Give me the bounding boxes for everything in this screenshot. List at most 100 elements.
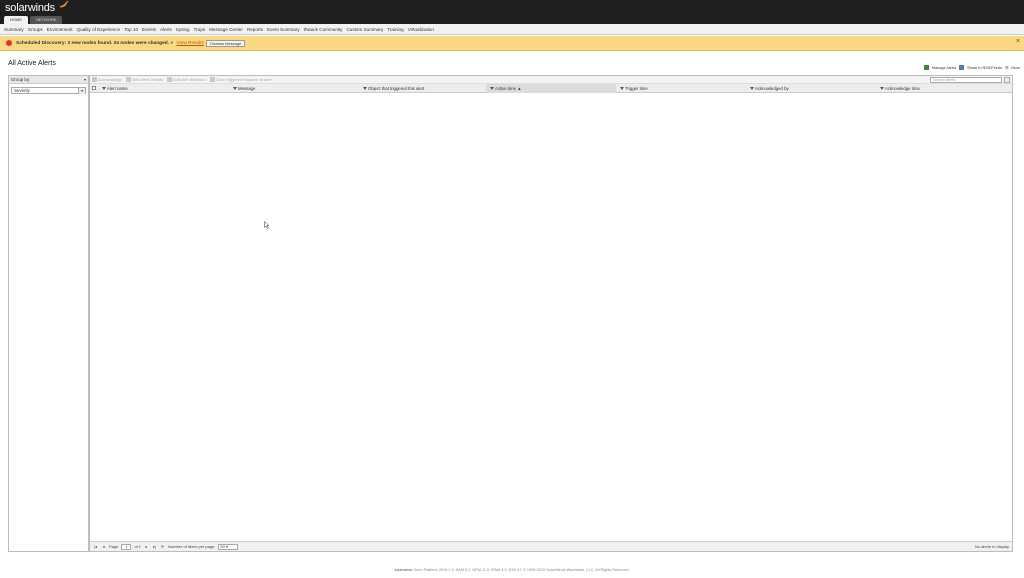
page-number-input[interactable]: 1 [121,543,132,550]
banner-text: Scheduled Discovery: 3 new nodes found. … [16,40,174,46]
column-label: Acknowledged by [755,86,789,91]
page-footer: solarwinds Orion Platform 2015.1.0, SAM … [0,568,1024,572]
column-header-alert-name[interactable]: Alert name [98,84,228,93]
tab-home[interactable]: HOME [4,16,28,24]
filter-icon[interactable] [490,87,494,91]
refresh-icon[interactable]: ⟳ [160,544,165,549]
nav-item-syslog[interactable]: Syslog [176,27,190,32]
manage-alerts-icon [923,65,929,70]
column-header-active-time[interactable]: Active time ▲ [486,84,616,93]
edit-alert-definition-button[interactable]: Edit alert definition [166,76,206,83]
last-page-icon[interactable]: ▸| [152,544,157,549]
notification-banner: Scheduled Discovery: 3 new nodes found. … [0,36,1024,51]
filter-icon[interactable] [233,87,237,91]
filter-icon[interactable] [750,87,754,91]
column-header-trigger-time[interactable]: Trigger time [616,84,746,93]
app-logo[interactable]: solarwinds [5,2,55,14]
dismiss-message-button[interactable]: Dismiss Message [206,39,246,47]
group-by-label: Group by: [11,77,31,82]
tab-network[interactable]: NETWORK [30,16,63,24]
nav-item-quality-of-experience[interactable]: Quality of Experience [77,27,121,32]
items-per-page-value: 50 [220,543,225,549]
clear-triggered-instance-button[interactable]: Clear triggered instance of alert [209,76,272,83]
alerts-grid: Acknowledge View Alert Details Edit aler… [89,75,1013,552]
nav-item-virtualization[interactable]: Virtualization [408,27,434,32]
filter-icon[interactable] [620,87,624,91]
grid-toolbar: Acknowledge View Alert Details Edit aler… [90,76,1012,84]
pagination-bar: |◂ ◂ Page 1 of 1 ▸ ▸| ⟳ Number of items … [90,541,1012,551]
acknowledge-button[interactable]: Acknowledge [92,76,122,83]
prev-page-icon[interactable]: ◂ [101,544,106,549]
rss-export-icon [959,65,965,70]
view-results-link[interactable]: View Results [176,41,204,46]
pager-status: No alerts to display [974,544,1009,549]
banner-message: Scheduled Discovery: 3 new nodes found. … [16,41,204,46]
chevron-down-icon[interactable]: ▾ [78,88,85,94]
nav-item-environment[interactable]: Environment [47,27,73,32]
column-label: Trigger time [625,86,648,91]
menu-icon[interactable]: ☰ [1005,65,1008,70]
view-alert-details-button[interactable]: View Alert Details [125,76,163,83]
nav-item-custom-summary[interactable]: Custom Summary [346,27,383,32]
details-icon [125,77,131,83]
nav-item-traps[interactable]: Traps [194,27,206,32]
nav-item-reports[interactable]: Reports [247,27,263,32]
next-page-icon[interactable]: ▸ [144,544,149,549]
clear-icon [209,77,215,83]
view-alert-details-label: View Alert Details [131,76,163,82]
items-per-page-label: Number of items per page: [168,544,216,549]
search-input[interactable]: Search alerts [930,77,1002,83]
items-per-page-select[interactable]: 50 ▾ [218,543,239,550]
grid-header: Alert name Message Object that triggered… [90,84,1012,93]
first-page-icon[interactable]: |◂ [93,544,98,549]
close-icon[interactable]: × [1016,38,1020,45]
group-by-header[interactable]: Group by: ▾ [9,76,88,84]
column-label: Message [238,86,256,91]
column-label: Active time ▲ [495,86,522,91]
nav-item-events[interactable]: Events [142,27,156,32]
column-label: Object that triggered this alert [368,86,425,91]
mouse-cursor-icon [264,221,270,229]
nav-item-groups[interactable]: Groups [28,27,43,32]
acknowledge-label: Acknowledge [98,76,122,82]
top-tabs: HOME NETWORK [4,16,63,24]
nav-item-message-center[interactable]: Message Center [209,27,243,32]
edit-alert-definition-label: Edit alert definition [172,76,206,82]
page-label: Page [109,544,119,549]
column-header-acknowledged-by[interactable]: Acknowledged by [746,84,876,93]
column-label: Alert name [107,86,128,91]
footer-copyright: Orion Platform 2015.1.0, SAM 6.2, NPM 11… [413,568,630,572]
page-actions: Manage Alerts Share to RSS/Feeds ☰ More [923,65,1020,70]
edit-icon [166,77,172,83]
group-by-select[interactable]: Severity ▾ [11,87,86,94]
group-by-panel: Group by: ▾ Severity ▾ [8,75,89,552]
filter-icon[interactable] [880,87,884,91]
alert-icon [6,40,12,46]
column-label: Acknowledge time [885,86,920,91]
filter-icon[interactable] [102,87,106,91]
nav-item-event-summary[interactable]: Event Summary [267,27,300,32]
share-rss-link[interactable]: Share to RSS/Feeds [967,66,1002,70]
nav-item-summary[interactable]: Summary [4,27,24,32]
page-count-label: of 1 [134,544,142,549]
column-header-object[interactable]: Object that triggered this alert [359,84,489,93]
manage-alerts-link[interactable]: Manage Alerts [932,66,956,70]
clear-triggered-instance-label: Clear triggered instance of alert [215,76,272,82]
more-link[interactable]: More [1011,66,1020,70]
group-by-value: Severity [14,88,30,93]
column-header-acknowledge-time[interactable]: Acknowledge time [876,84,1012,93]
footer-brand: solarwinds [394,568,413,572]
solarwinds-flame-icon [59,0,69,8]
select-all-checkbox[interactable] [92,86,96,90]
main-nav: Summary Groups Environment Quality of Ex… [0,24,1024,35]
acknowledge-icon [92,77,97,83]
nav-item-alerts[interactable]: Alerts [160,27,172,32]
column-header-message[interactable]: Message [229,84,359,93]
nav-item-thwack-community[interactable]: thwack Community [304,27,343,32]
nav-item-training[interactable]: Training [387,27,403,32]
search-icon[interactable] [1004,77,1010,83]
top-bar: solarwinds HOME NETWORK [0,0,1024,24]
filter-icon[interactable] [363,87,367,91]
nav-item-top-10[interactable]: Top 10 [124,27,138,32]
chevron-down-icon[interactable]: ▾ [84,76,86,84]
